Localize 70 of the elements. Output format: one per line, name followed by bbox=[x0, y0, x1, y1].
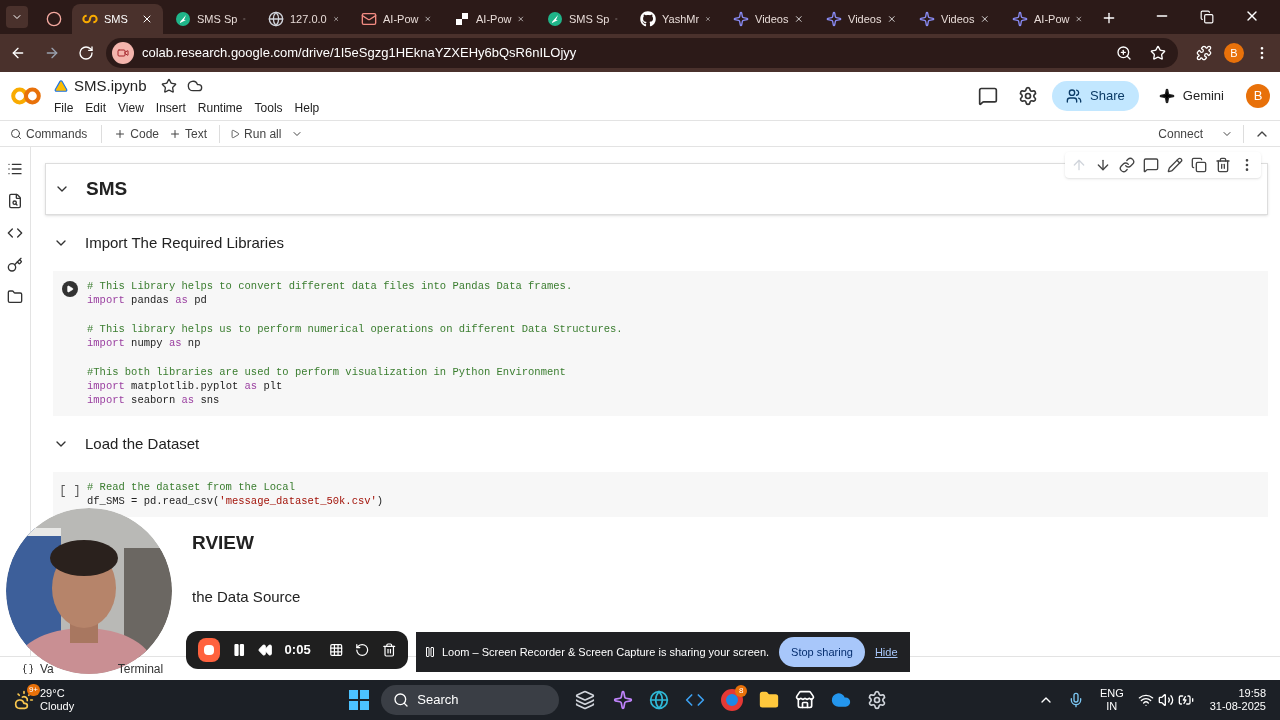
menu-item[interactable]: View bbox=[118, 99, 144, 118]
section-heading: Import The Required Libraries bbox=[85, 232, 284, 253]
run-all-button[interactable]: Run all bbox=[230, 124, 304, 143]
tab-title: Videos bbox=[755, 11, 789, 27]
search-placeholder: Search bbox=[417, 691, 459, 710]
code-line: import seaborn as sns bbox=[87, 393, 221, 408]
tab-title: SMS Sp bbox=[569, 11, 610, 27]
tab-title: Videos bbox=[848, 11, 882, 27]
clock-date: 31-08-2025 bbox=[1209, 700, 1266, 713]
taskbar-search-field[interactable]: Search bbox=[381, 685, 560, 715]
section-heading: SMS bbox=[86, 176, 128, 201]
browser-tab[interactable]: Videos bbox=[816, 4, 907, 34]
browser-tab[interactable]: Videos bbox=[723, 4, 814, 34]
browser-tab[interactable]: AI-Pow bbox=[444, 4, 535, 34]
browser-tab[interactable]: SMS bbox=[72, 4, 163, 34]
tab-title: AI-Pow bbox=[1034, 11, 1070, 27]
url-text: colab.research.google.com/drive/1I5eSgzg1HEknaYZXEHy6bQsR6nILOjyy bbox=[142, 44, 578, 63]
section-heading: Load the Dataset bbox=[85, 433, 200, 454]
code-line: #This both libraries are used to perform visualization in Python Environment bbox=[87, 364, 567, 380]
menu-item[interactable]: File bbox=[54, 99, 74, 118]
address-field[interactable]: colab.research.google.com/drive/1I5eSgzg1HEknaYZXEHy6bQsR6nILOjyy bbox=[106, 38, 1178, 68]
variables-label[interactable]: Va bbox=[40, 659, 54, 678]
code-line: # This Library helps to convert different data files into Pandas Data frames. bbox=[87, 279, 574, 294]
browser-tab[interactable]: SMS Sp bbox=[165, 4, 256, 34]
temperature: 29°C bbox=[40, 687, 66, 700]
tab-title: SMS bbox=[104, 11, 129, 27]
execution-count: [ ] bbox=[59, 482, 81, 500]
menu-item[interactable]: Insert bbox=[155, 99, 186, 118]
section-heading: the Data Source bbox=[192, 587, 301, 608]
browser-tab[interactable]: YashMr bbox=[630, 4, 721, 34]
menu-item[interactable]: Tools bbox=[254, 99, 283, 118]
browser-tab[interactable]: AI-Pow bbox=[351, 4, 442, 34]
browser-tab[interactable]: SMS Sp bbox=[537, 4, 628, 34]
weather-condition: Cloudy bbox=[40, 700, 75, 713]
connect-button[interactable]: Connect bbox=[1158, 124, 1244, 143]
add-code-button[interactable]: Code bbox=[114, 124, 160, 143]
code-line: df_SMS = pd.read_csv('message_dataset_50k.csv') bbox=[87, 494, 385, 509]
notification-badge: 9+ bbox=[26, 684, 40, 696]
browser-tab[interactable]: 127.0.0 bbox=[258, 4, 349, 34]
tab-title: AI-Pow bbox=[383, 11, 419, 27]
code-line: import pandas as pd bbox=[87, 293, 208, 308]
language-label: ENG bbox=[1099, 687, 1124, 700]
notification-badge: 8 bbox=[735, 685, 748, 697]
clock-time: 19:58 bbox=[1238, 687, 1266, 700]
stop-sharing-button[interactable]: Stop sharing bbox=[779, 637, 865, 667]
tab-title: AI-Pow bbox=[476, 11, 512, 27]
code-line: import matplotlib.pyplot as plt bbox=[87, 379, 284, 394]
notebook-title[interactable]: SMS.ipynb bbox=[74, 74, 147, 98]
menu-item[interactable]: Edit bbox=[85, 99, 107, 118]
tab-title: 127.0.0 bbox=[290, 11, 327, 27]
add-text-button[interactable]: Text bbox=[169, 124, 221, 143]
code-line: import numpy as np bbox=[87, 336, 202, 351]
terminal-label[interactable]: Terminal bbox=[117, 659, 164, 678]
menu-item[interactable]: Help bbox=[294, 99, 320, 118]
gemini-button[interactable]: Gemini bbox=[1144, 81, 1238, 111]
tab-title: Videos bbox=[941, 11, 975, 27]
browser-tab[interactable]: Videos bbox=[909, 4, 1000, 34]
region-label: IN bbox=[1106, 700, 1118, 713]
menu-item[interactable]: Runtime bbox=[197, 99, 243, 118]
tab-title: YashMr bbox=[662, 11, 700, 27]
recording-time: 0:05 bbox=[284, 641, 311, 660]
hide-link[interactable]: Hide bbox=[874, 643, 898, 661]
browser-tab[interactable]: AI-Pow bbox=[1002, 4, 1093, 34]
commands-button[interactable]: Commands bbox=[10, 124, 103, 143]
share-button[interactable]: Share bbox=[1052, 81, 1139, 111]
tab-title: SMS Sp bbox=[197, 11, 238, 27]
code-line: # Read the dataset from the Local bbox=[87, 479, 296, 495]
section-heading: RVIEW bbox=[192, 531, 254, 556]
code-line: # This library helps us to perform numerical operations on different Data Structures. bbox=[87, 321, 624, 337]
sharing-message: Loom – Screen Recorder & Screen Capture is sharing your screen. bbox=[442, 644, 770, 660]
